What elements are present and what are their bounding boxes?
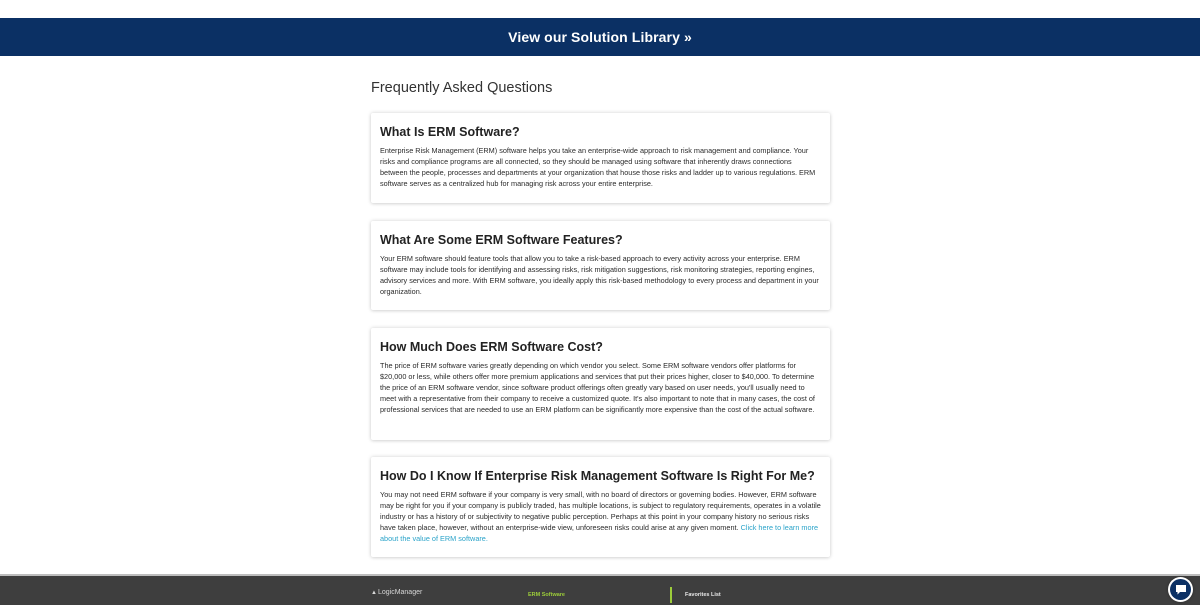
faq-card-erm-right-for-me: How Do I Know If Enterprise Risk Managem… [371, 457, 830, 557]
faq-card-erm-features: What Are Some ERM Software Features? You… [371, 221, 830, 310]
faq-card-erm-cost: How Much Does ERM Software Cost? The pri… [371, 328, 830, 440]
footer-link-erm-software[interactable]: ERM Software [528, 592, 565, 598]
chat-button[interactable] [1168, 577, 1193, 602]
solution-library-banner: View our Solution Library » [0, 18, 1200, 56]
chat-bubble-icon [1170, 579, 1191, 600]
top-spacer [0, 0, 1200, 18]
logo-text: LogicManager [377, 589, 423, 596]
faq-answer: Enterprise Risk Management (ERM) softwar… [380, 146, 816, 188]
faq-section: Frequently Asked Questions What Is ERM S… [371, 80, 830, 575]
faq-title: Frequently Asked Questions [371, 80, 553, 96]
faq-question: What Is ERM Software? [380, 125, 520, 139]
solution-library-link[interactable]: View our Solution Library » [508, 29, 692, 45]
logicmanager-logo[interactable]: ▲LogicManager [371, 589, 422, 596]
faq-question: How Much Does ERM Software Cost? [380, 340, 603, 354]
footer-divider [670, 587, 672, 603]
faq-question: How Do I Know If Enterprise Risk Managem… [380, 469, 815, 483]
faq-question: What Are Some ERM Software Features? [380, 233, 623, 247]
faq-answer-container: You may not need ERM software if your co… [380, 489, 821, 544]
triangle-icon: ▲ [371, 590, 377, 596]
footer-link-favorites-list[interactable]: Favorites List [685, 592, 721, 598]
faq-answer: Your ERM software should feature tools t… [380, 254, 819, 296]
faq-card-what-is-erm: What Is ERM Software? Enterprise Risk Ma… [371, 113, 830, 203]
faq-answer: The price of ERM software varies greatly… [380, 361, 815, 414]
site-footer: ▲LogicManager ERM Software Favorites Lis… [0, 574, 1200, 605]
